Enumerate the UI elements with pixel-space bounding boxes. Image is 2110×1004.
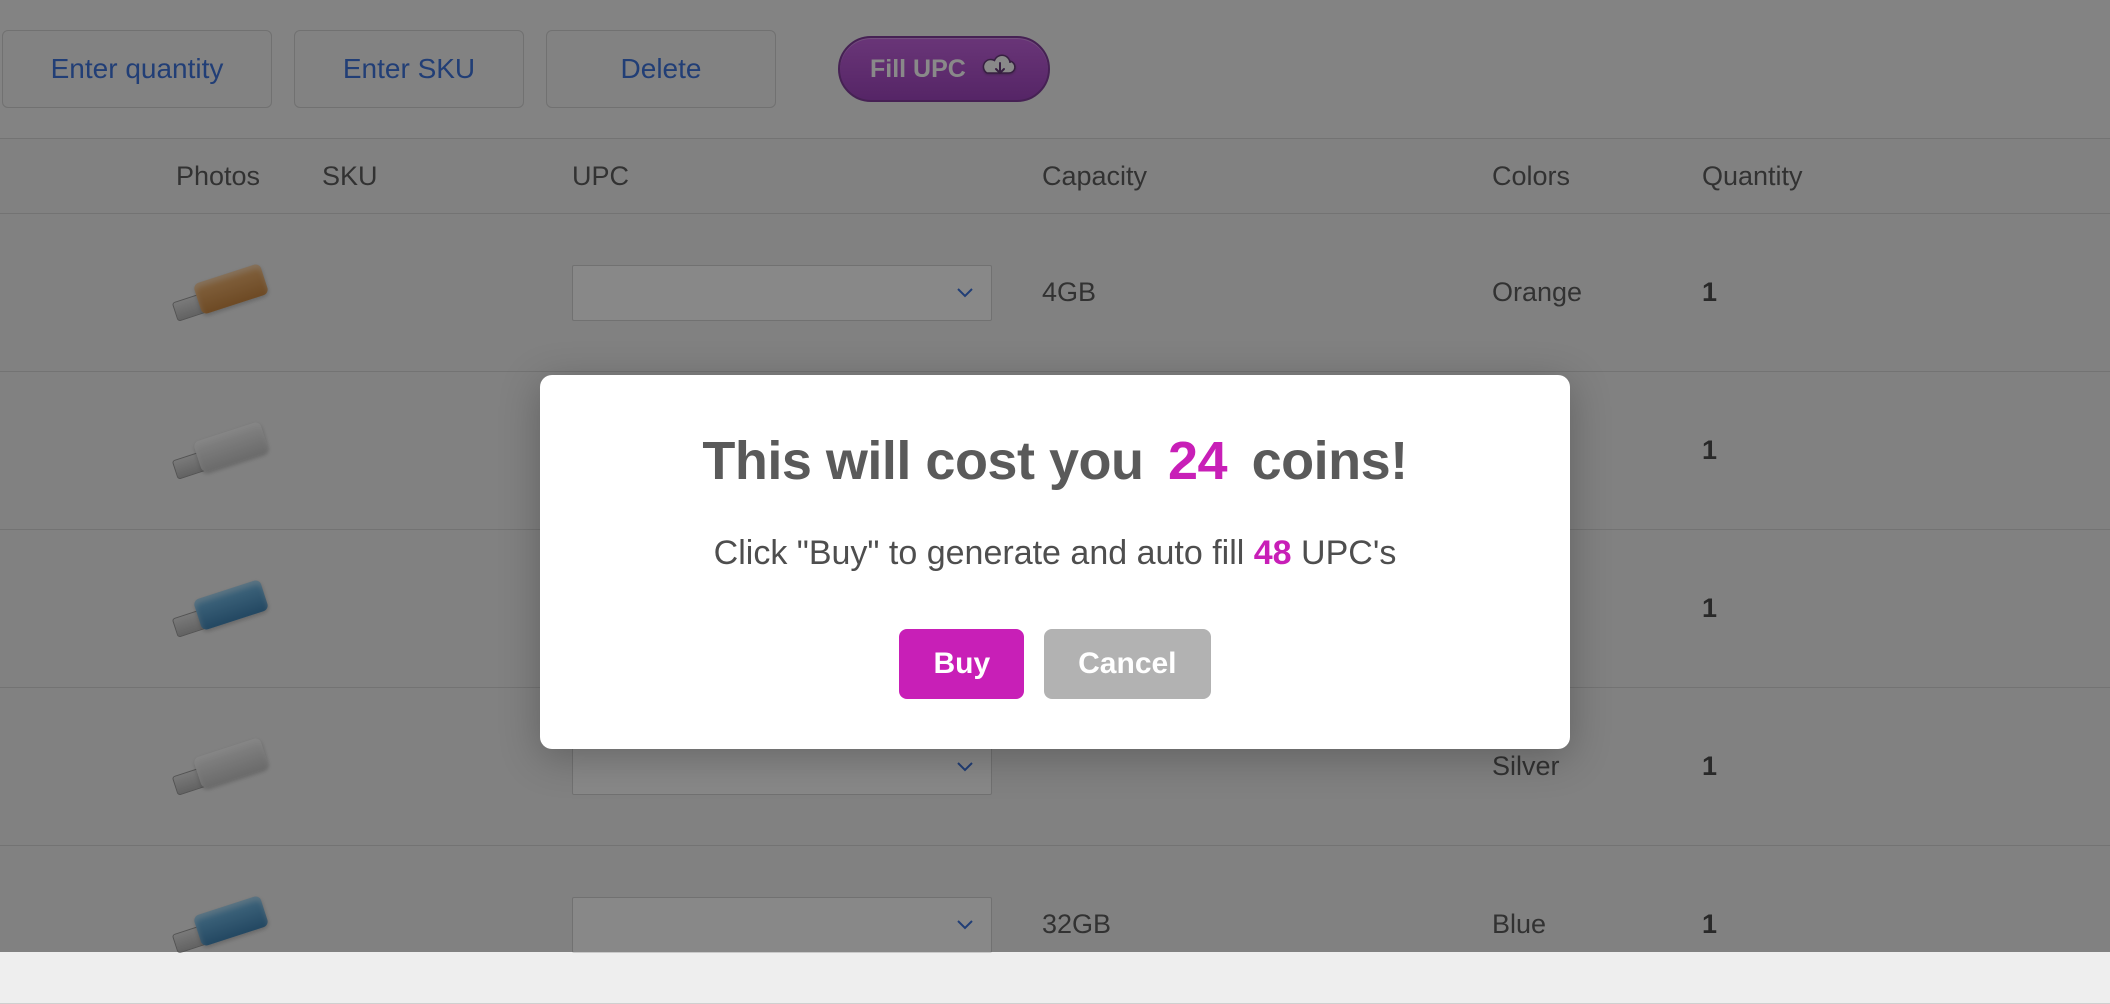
modal-title-pre: This will cost you — [702, 431, 1158, 491]
modal-title-post: coins! — [1252, 431, 1408, 491]
modal-sub-count: 48 — [1254, 534, 1292, 572]
modal-sub-post: UPC's — [1292, 534, 1397, 572]
confirm-modal: This will cost you 24 coins! Click "Buy"… — [540, 375, 1570, 749]
buy-button[interactable]: Buy — [899, 629, 1024, 699]
modal-title-cost: 24 — [1168, 431, 1227, 491]
modal-subtitle: Click "Buy" to generate and auto fill 48… — [590, 534, 1520, 573]
modal-sub-pre: Click "Buy" to generate and auto fill — [714, 534, 1254, 572]
modal-overlay: This will cost you 24 coins! Click "Buy"… — [0, 0, 2110, 952]
modal-actions: Buy Cancel — [590, 629, 1520, 699]
modal-title: This will cost you 24 coins! — [590, 430, 1520, 492]
cancel-button[interactable]: Cancel — [1044, 629, 1210, 699]
